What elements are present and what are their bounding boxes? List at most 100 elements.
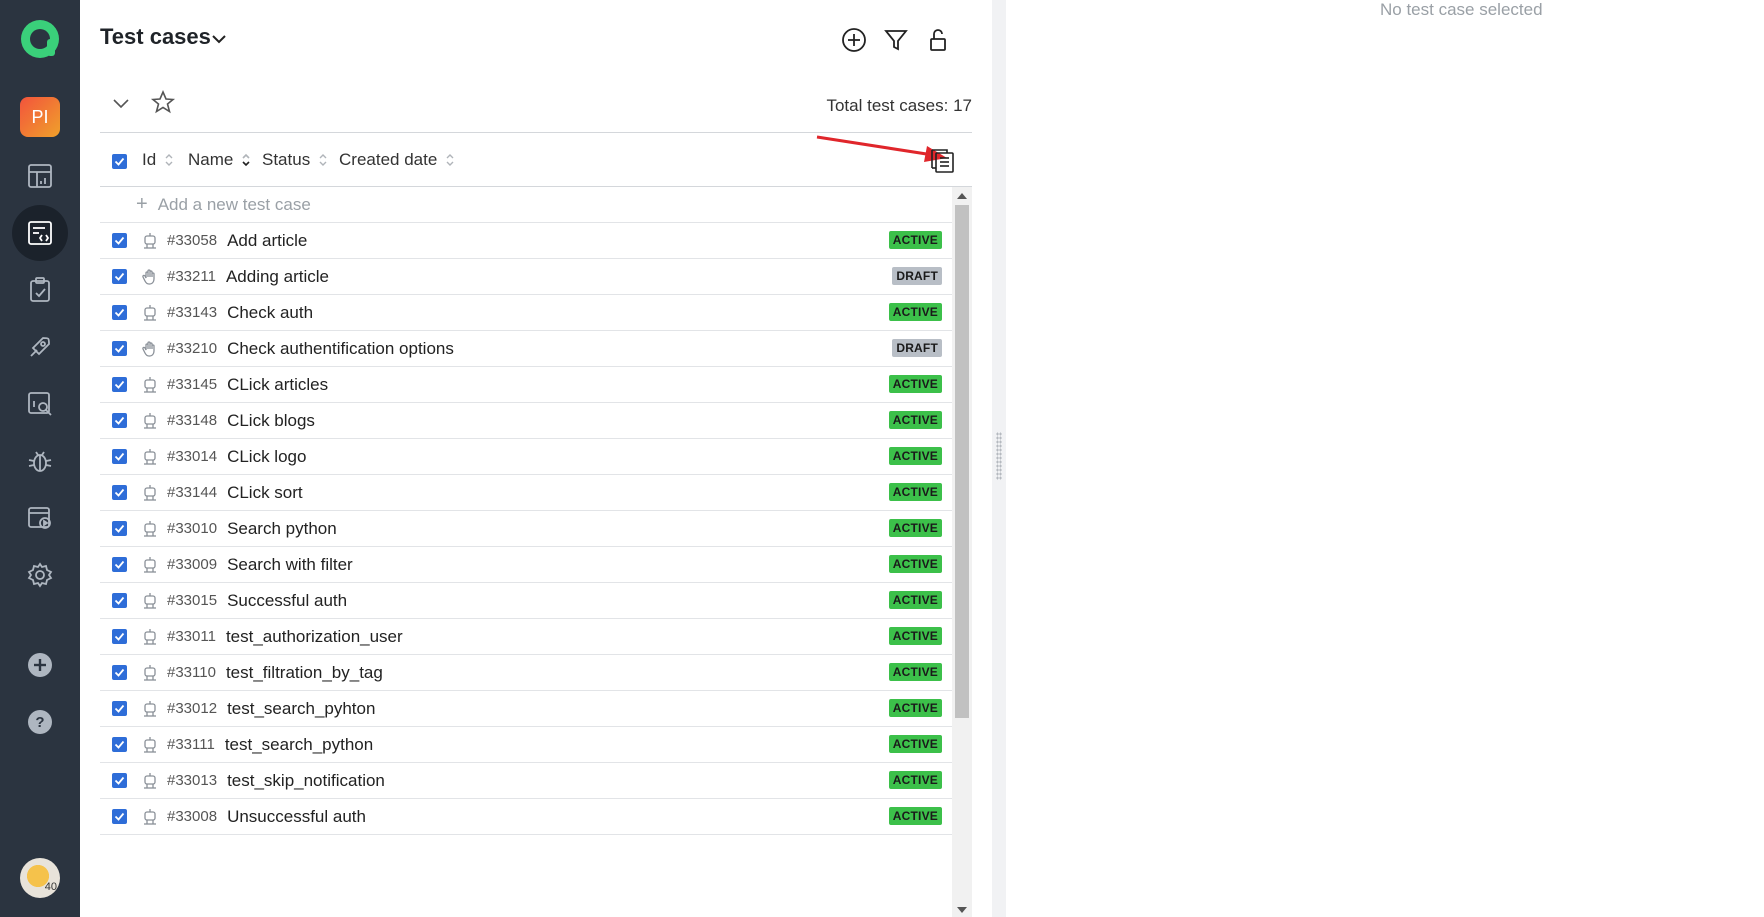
- column-id[interactable]: Id: [142, 150, 174, 170]
- test-case-name: test_skip_notification: [227, 770, 385, 790]
- row-checkbox[interactable]: [112, 341, 127, 356]
- row-checkbox[interactable]: [112, 665, 127, 680]
- resize-grip-icon[interactable]: [996, 432, 1002, 480]
- user-avatar[interactable]: 40: [20, 858, 60, 898]
- table-row[interactable]: #33211 Adding article DRAFT: [100, 259, 952, 295]
- scrollbar-thumb[interactable]: [955, 205, 969, 718]
- test-case-list: + Add a new test case #33058 Add article A…: [100, 187, 952, 835]
- status-badge: ACTIVE: [888, 591, 942, 609]
- row-checkbox[interactable]: [112, 233, 127, 248]
- settings-icon[interactable]: [12, 547, 68, 603]
- test-cases-icon[interactable]: [12, 205, 68, 261]
- row-checkbox[interactable]: [112, 557, 127, 572]
- automated-robot-icon: [141, 520, 159, 538]
- test-case-id: #33110: [167, 664, 216, 681]
- page-title[interactable]: Test cases: [100, 24, 211, 50]
- table-row[interactable]: #33010 Search python ACTIVE: [100, 511, 952, 547]
- test-case-name: CLick blogs: [227, 410, 315, 430]
- test-case-name: Adding article: [225, 266, 329, 286]
- table-row[interactable]: #33015 Successful auth ACTIVE: [100, 583, 952, 619]
- status-badge: ACTIVE: [888, 699, 942, 717]
- table-row[interactable]: #33143 Check auth ACTIVE: [100, 295, 952, 331]
- defects-icon[interactable]: [12, 433, 68, 489]
- automated-robot-icon: [141, 736, 159, 754]
- add-icon[interactable]: [12, 637, 68, 693]
- panel-resizer[interactable]: [992, 0, 1006, 917]
- column-created-label: Created date: [339, 150, 438, 169]
- row-checkbox[interactable]: [112, 773, 127, 788]
- status-badge: DRAFT: [892, 339, 942, 357]
- total-count: Total test cases: 17: [826, 96, 972, 115]
- row-checkbox[interactable]: [112, 269, 127, 284]
- automated-robot-icon: [141, 700, 159, 718]
- row-checkbox[interactable]: [112, 413, 127, 428]
- test-case-id: #33012: [167, 700, 218, 717]
- test-case-name: Add article: [227, 230, 308, 250]
- test-case-name: test_filtration_by_tag: [225, 662, 383, 682]
- filter-icon[interactable]: [882, 26, 910, 54]
- tree-view-icon[interactable]: [928, 146, 958, 176]
- help-icon[interactable]: ?: [12, 694, 68, 750]
- project-avatar[interactable]: PI: [20, 97, 60, 137]
- unlock-icon[interactable]: [924, 26, 952, 54]
- test-case-id: #33008: [167, 808, 218, 825]
- plus-icon: +: [136, 193, 148, 215]
- row-checkbox[interactable]: [112, 737, 127, 752]
- status-badge: ACTIVE: [888, 411, 942, 429]
- star-icon[interactable]: [150, 89, 176, 115]
- status-badge: ACTIVE: [888, 303, 942, 321]
- collapse-chevron-icon[interactable]: [110, 92, 132, 114]
- table-row[interactable]: #33145 CLick articles ACTIVE: [100, 367, 952, 403]
- test-case-name: CLick sort: [227, 482, 303, 502]
- automated-robot-icon: [141, 556, 159, 574]
- row-checkbox[interactable]: [112, 521, 127, 536]
- table-row[interactable]: #33008 Unsuccessful auth ACTIVE: [100, 799, 952, 835]
- analytics-icon[interactable]: [12, 376, 68, 432]
- table-row[interactable]: #33148 CLick blogs ACTIVE: [100, 403, 952, 439]
- status-badge: ACTIVE: [888, 807, 942, 825]
- test-case-id: #33143: [167, 304, 218, 321]
- dashboards-icon[interactable]: [12, 148, 68, 204]
- table-row[interactable]: #33014 CLick logo ACTIVE: [100, 439, 952, 475]
- row-checkbox[interactable]: [112, 809, 127, 824]
- app-logo-icon[interactable]: [18, 17, 62, 61]
- test-case-id: #33058: [167, 232, 218, 249]
- test-plans-icon[interactable]: [12, 262, 68, 318]
- table-row[interactable]: #33111 test_search_python ACTIVE: [100, 727, 952, 763]
- manual-hand-icon: [141, 340, 159, 358]
- sort-desc-icon: [242, 153, 250, 167]
- test-case-id: #33015: [167, 592, 218, 609]
- automated-robot-icon: [141, 664, 159, 682]
- table-row[interactable]: #33058 Add article ACTIVE: [100, 223, 952, 259]
- table-row[interactable]: #33144 CLick sort ACTIVE: [100, 475, 952, 511]
- launches-icon[interactable]: [12, 319, 68, 375]
- add-test-case-row[interactable]: + Add a new test case: [100, 187, 952, 223]
- row-checkbox[interactable]: [112, 485, 127, 500]
- table-row[interactable]: #33009 Search with filter ACTIVE: [100, 547, 952, 583]
- scroll-up-arrow[interactable]: [957, 193, 967, 199]
- table-row[interactable]: #33210 Check authentification options DRAF…: [100, 331, 952, 367]
- row-checkbox[interactable]: [112, 449, 127, 464]
- row-checkbox[interactable]: [112, 377, 127, 392]
- chevron-down-icon[interactable]: [210, 30, 228, 48]
- test-case-id: #33009: [167, 556, 218, 573]
- column-created-date[interactable]: Created date: [339, 150, 455, 170]
- scrollbar[interactable]: [952, 187, 972, 917]
- row-checkbox[interactable]: [112, 305, 127, 320]
- table-row[interactable]: #33110 test_filtration_by_tag ACTIVE: [100, 655, 952, 691]
- row-checkbox[interactable]: [112, 629, 127, 644]
- sidebar: PI ? 40: [0, 0, 80, 917]
- table-row[interactable]: #33012 test_search_pyhton ACTIVE: [100, 691, 952, 727]
- row-checkbox[interactable]: [112, 701, 127, 716]
- test-case-id: #33011: [167, 628, 216, 645]
- column-name[interactable]: Name: [188, 150, 251, 170]
- add-circle-icon[interactable]: [840, 26, 868, 54]
- scroll-down-arrow[interactable]: [957, 907, 967, 913]
- column-status-label: Status: [262, 150, 311, 169]
- row-checkbox[interactable]: [112, 593, 127, 608]
- column-status[interactable]: Status: [262, 150, 328, 170]
- select-all-checkbox[interactable]: [112, 154, 127, 169]
- table-row[interactable]: #33011 test_authorization_user ACTIVE: [100, 619, 952, 655]
- table-row[interactable]: #33013 test_skip_notification ACTIVE: [100, 763, 952, 799]
- jobs-icon[interactable]: [12, 490, 68, 546]
